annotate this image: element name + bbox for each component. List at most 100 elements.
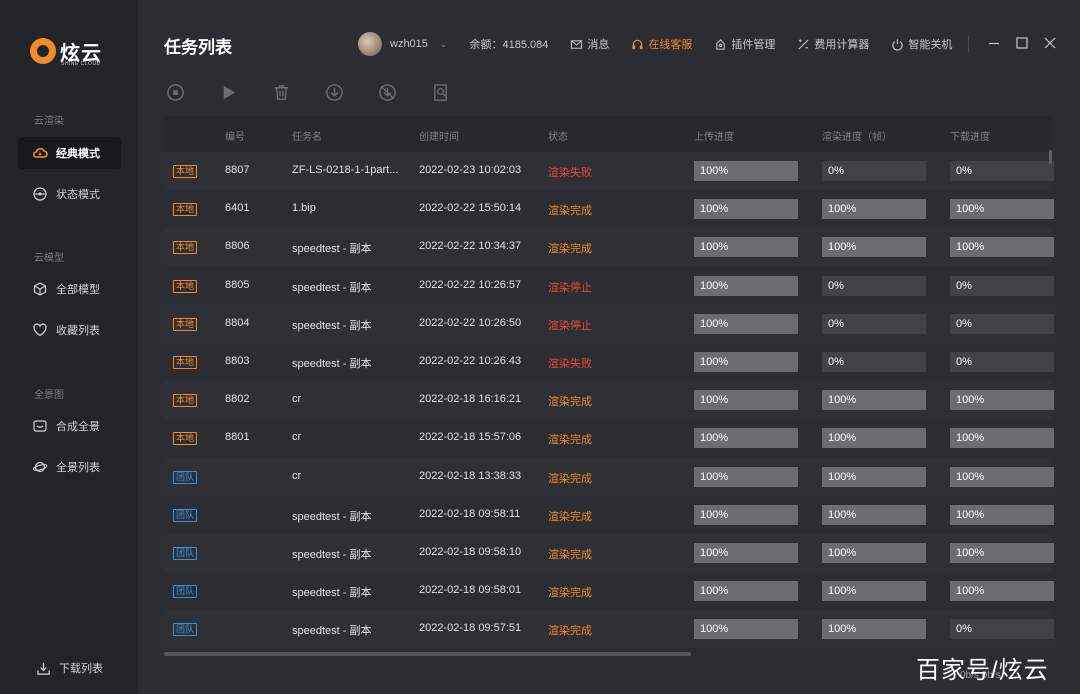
plugin-manage-button[interactable]: 插件管理	[714, 36, 775, 52]
progress-text: 100%	[700, 432, 729, 445]
download-progress: 100%	[950, 581, 1054, 602]
download-progress: 0%	[950, 352, 1054, 372]
sidebar-item-panorama-list[interactable]: 全景列表	[18, 451, 121, 483]
download-list-label: 下载列表	[59, 663, 103, 675]
sidebar-item-classic-mode[interactable]: 经典模式	[18, 137, 121, 169]
sidebar-item-status-mode[interactable]: 状态模式	[18, 178, 121, 210]
created-time: 2022-02-22 10:26:57	[419, 278, 522, 291]
progress-text: 100%	[700, 470, 729, 483]
progress-text: 0%	[828, 279, 844, 292]
render-progress: 0%	[822, 161, 926, 181]
download-list-link[interactable]: 下载列表	[36, 660, 103, 676]
task-id: 6401	[225, 202, 250, 215]
messages-button[interactable]: 消息	[570, 36, 609, 52]
table-row[interactable]: 本地 8806 speedtest - 副本 2022-02-22 10:34:37 渲…	[164, 228, 1054, 267]
page-title: 任务列表	[164, 38, 232, 57]
render-progress: 0%	[822, 352, 926, 372]
close-icon[interactable]	[1043, 36, 1057, 50]
plugin-icon	[716, 38, 726, 50]
smart-shutdown-button[interactable]: 智能关机	[891, 36, 952, 52]
progress-text: 100%	[828, 394, 857, 407]
stop-button[interactable]	[165, 82, 185, 102]
table-row[interactable]: 本地 8804 speedtest - 副本 2022-02-22 10:26:50 渲…	[164, 304, 1054, 343]
sidebar-item-favorites[interactable]: 收藏列表	[18, 314, 121, 346]
balance: 余额：4185.084	[469, 36, 548, 52]
upload-progress: 100%	[694, 466, 798, 487]
sidebar-item-label: 合成全景	[56, 421, 100, 433]
sidebar-item-all-models[interactable]: 全部模型	[18, 273, 121, 305]
progress-text: 100%	[700, 623, 729, 636]
maximize-icon[interactable]	[1015, 36, 1029, 50]
view-file-button[interactable]	[430, 82, 450, 102]
column-header-upload[interactable]: 上传进度	[694, 128, 734, 143]
table-row[interactable]: 团队 speedtest - 副本 2022-02-18 09:58:01 渲染完成 1…	[164, 572, 1054, 610]
cancel-download-button[interactable]	[377, 82, 397, 102]
task-name: speedtest - 副本	[292, 625, 372, 638]
column-header-render[interactable]: 渲染进度（帧）	[822, 128, 892, 143]
download-progress: 100%	[950, 237, 1054, 258]
column-header-status[interactable]: 状态	[548, 128, 568, 143]
table-row[interactable]: 本地 8802 cr 2022-02-18 16:16:21 渲染完成 100% 100% 1…	[164, 381, 1054, 420]
table-row[interactable]: 本地 8807 ZF-LS-0218-1-1part... 2022-02-23 10…	[164, 152, 1054, 190]
progress-text: 100%	[828, 547, 857, 559]
table-row[interactable]: 团队 speedtest - 副本 2022-02-18 09:57:51 渲染完成 1…	[164, 610, 1054, 649]
cost-calculator-button[interactable]: 费用计算器	[797, 36, 869, 52]
progress-text: 100%	[956, 394, 985, 407]
progress-text: 0%	[828, 165, 844, 177]
column-header-created[interactable]: 创建时间	[419, 128, 459, 143]
column-header-name[interactable]: 任务名	[292, 128, 322, 143]
messages-label: 消息	[587, 39, 610, 51]
table-row[interactable]: 团队 cr 2022-02-18 13:38:33 渲染完成 100% 100% 100%	[164, 457, 1054, 496]
source-badge: 团队	[173, 585, 198, 599]
watermark: 百家号/炫云	[916, 657, 1049, 684]
table-row[interactable]: 本地 8805 speedtest - 副本 2022-02-22 10:26:57 渲…	[164, 267, 1054, 305]
task-table: 编号 任务名 创建时间 状态 上传进度 渲染进度（帧） 下载进度 本地 8807 Z…	[164, 116, 1054, 656]
minimize-icon[interactable]	[987, 36, 1001, 50]
table-row[interactable]: 本地 8801 cr 2022-02-18 15:57:06 渲染完成 100% 100% 1…	[164, 419, 1054, 457]
created-time: 2022-02-22 10:34:37	[419, 240, 522, 253]
created-time: 2022-02-18 15:57:06	[419, 431, 522, 444]
status-text: 渲染完成	[548, 434, 592, 447]
sidebar-item-compose-panorama[interactable]: 合成全景	[18, 410, 121, 442]
vertical-scrollbar[interactable]	[1049, 150, 1052, 164]
horizontal-scrollbar[interactable]	[164, 652, 691, 656]
column-header-download[interactable]: 下载进度	[950, 128, 990, 143]
table-row[interactable]: 团队 speedtest - 副本 2022-02-18 09:58:11 渲染完成 1…	[164, 496, 1054, 534]
logo-icon	[30, 38, 56, 64]
search-file-icon	[433, 83, 447, 101]
table-row[interactable]: 本地 8803 speedtest - 副本 2022-02-22 10:26:43 渲…	[164, 343, 1054, 381]
column-header-id[interactable]: 编号	[225, 128, 245, 143]
user-menu[interactable]: wzh015 ⌄	[358, 32, 447, 56]
status-text: 渲染完成	[548, 587, 592, 600]
task-name: cr	[292, 393, 302, 406]
status-text: 渲染停止	[548, 319, 592, 332]
task-name: speedtest - 副本	[292, 358, 372, 370]
online-service-button[interactable]: 在线客服	[631, 36, 692, 52]
download-button[interactable]	[324, 82, 344, 102]
download-progress: 100%	[950, 543, 1054, 563]
task-name: cr	[292, 469, 302, 482]
download-off-icon	[378, 83, 396, 101]
created-time: 2022-02-18 16:16:21	[419, 393, 522, 406]
progress-text: 100%	[828, 470, 857, 483]
progress-text: 100%	[700, 317, 729, 330]
progress-text: 100%	[700, 585, 729, 598]
render-progress: 100%	[822, 199, 926, 220]
table-row[interactable]: 团队 speedtest - 副本 2022-02-18 09:58:10 渲染完成 1…	[164, 534, 1054, 572]
status-text: 渲染失败	[548, 167, 592, 179]
table-row[interactable]: 本地 6401 1.bip 2022-02-22 15:50:14 渲染完成 100% 10…	[164, 190, 1054, 228]
section-title-cloud-model: 云模型	[34, 253, 64, 264]
start-button[interactable]	[218, 82, 238, 102]
delete-button[interactable]	[271, 82, 291, 102]
progress-text: 100%	[828, 432, 857, 445]
window-controls	[973, 36, 1057, 50]
upload-progress: 100%	[694, 543, 798, 563]
status-text: 渲染完成	[548, 625, 592, 638]
task-name: speedtest - 副本	[292, 319, 372, 332]
source-badge: 本地	[173, 203, 198, 217]
upload-progress: 100%	[694, 199, 798, 220]
online-service-label: 在线客服	[648, 39, 693, 51]
progress-text: 0%	[956, 317, 972, 330]
task-name: speedtest - 副本	[292, 281, 372, 294]
download-progress: 100%	[950, 390, 1054, 411]
